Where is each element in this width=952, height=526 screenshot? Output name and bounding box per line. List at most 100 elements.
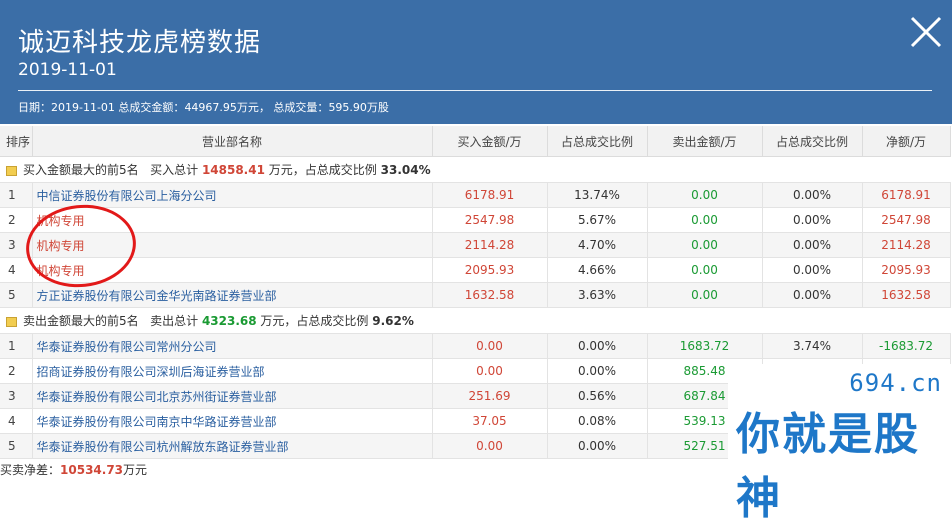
buy-pct: 0.00% — [547, 333, 648, 359]
sell-section-label: 卖出金额最大的前5名 — [23, 314, 139, 328]
buy-amount: 251.69 — [432, 383, 548, 409]
page-title: 诚迈科技龙虎榜数据 — [18, 28, 262, 58]
buy-pct: 0.08% — [547, 408, 648, 434]
branch-link[interactable]: 招商证券股份有限公司深圳后海证券营业部 — [37, 365, 265, 379]
branch-link[interactable]: 华泰证券股份有限公司北京苏州街证券营业部 — [37, 390, 277, 404]
buy-pct: 5.67% — [547, 207, 648, 233]
branch-link[interactable]: 华泰证券股份有限公司常州分公司 — [37, 340, 217, 354]
table-row[interactable]: 1 华泰证券股份有限公司常州分公司 0.00 0.00% 1683.72 3.7… — [0, 333, 951, 359]
sell-pct: 0.00% — [762, 207, 863, 233]
sell-total-label: 卖出总计 — [150, 314, 199, 328]
row-rank: 5 — [0, 433, 33, 459]
branch-link[interactable]: 中信证券股份有限公司上海分公司 — [37, 189, 217, 203]
buy-pct: 0.00% — [547, 433, 648, 459]
summary-date: 2019-11-01 — [51, 101, 115, 114]
branch-link[interactable]: 华泰证券股份有限公司南京中华路证券营业部 — [37, 415, 277, 429]
buy-amount: 0.00 — [432, 358, 548, 384]
sell-section-header: 卖出金额最大的前5名 卖出总计 4323.68 万元，占总成交比例 9.62% — [0, 307, 950, 334]
branch-link[interactable]: 方正证券股份有限公司金华光南路证券营业部 — [37, 289, 277, 303]
row-rank: 2 — [0, 358, 33, 384]
branch-link[interactable]: 华泰证券股份有限公司杭州解放东路证券营业部 — [37, 440, 289, 454]
buy-amount: 0.00 — [432, 433, 548, 459]
sell-amount: 0.00 — [647, 282, 763, 308]
table-row[interactable]: 5 方正证券股份有限公司金华光南路证券营业部 1632.58 3.63% 0.0… — [0, 282, 951, 308]
col-sell-pct: 占总成交比例 — [762, 126, 863, 157]
net-value: 10534.73 — [60, 463, 124, 477]
buy-section-header: 买入金额最大的前5名 买入总计 14858.41 万元，占总成交比例 33.04… — [0, 156, 950, 183]
net-unit: 万元 — [123, 463, 148, 477]
sell-total: 4323.68 — [201, 314, 257, 328]
buy-amount: 2114.28 — [432, 232, 548, 258]
sell-amount: 0.00 — [647, 232, 763, 258]
net-amount: 2547.98 — [862, 207, 951, 233]
buy-amount: 37.05 — [432, 408, 548, 434]
net-amount: -1683.72 — [862, 333, 951, 359]
buy-amount: 6178.91 — [432, 182, 548, 208]
branch-link[interactable]: 机构专用 — [37, 264, 85, 278]
close-icon — [910, 16, 942, 48]
header-divider — [18, 90, 932, 91]
row-rank: 3 — [0, 232, 33, 258]
buy-amount: 2095.93 — [432, 257, 548, 283]
close-button[interactable] — [908, 14, 944, 50]
net-amount: 6178.91 — [862, 182, 951, 208]
sell-amount: 0.00 — [647, 207, 763, 233]
sell-ratio: 9.62% — [372, 314, 414, 328]
branch-link[interactable]: 机构专用 — [37, 214, 85, 228]
page-date: 2019-11-01 — [18, 60, 117, 80]
folder-icon — [6, 316, 17, 327]
sell-pct: 0.00% — [762, 282, 863, 308]
table-row[interactable]: 2 机构专用 2547.98 5.67% 0.00 0.00% 2547.98 — [0, 207, 951, 233]
row-rank: 4 — [0, 257, 33, 283]
branch-link[interactable]: 机构专用 — [37, 239, 85, 253]
summary-line: 日期：2019-11-01 总成交金额：44967.95万元， 总成交量：595… — [18, 99, 389, 115]
table-row[interactable]: 4 机构专用 2095.93 4.66% 0.00 0.00% 2095.93 — [0, 257, 951, 283]
dialog-header: 诚迈科技龙虎榜数据 2019-11-01 日期：2019-11-01 总成交金额… — [0, 0, 952, 124]
sell-pct: 3.74% — [762, 333, 863, 359]
col-net: 净额/万 — [862, 126, 951, 157]
sell-pct: 0.00% — [762, 182, 863, 208]
buy-amount: 2547.98 — [432, 207, 548, 233]
row-rank: 1 — [0, 182, 33, 208]
sell-amount: 0.00 — [647, 182, 763, 208]
net-amount: 2114.28 — [862, 232, 951, 258]
watermark-domain: 694.cn — [849, 369, 942, 397]
buy-pct: 4.66% — [547, 257, 648, 283]
buy-pct: 3.63% — [547, 282, 648, 308]
buy-unit-text: 万元，占总成交比例 — [268, 163, 377, 177]
buy-ratio: 33.04% — [380, 163, 431, 177]
row-rank: 1 — [0, 333, 33, 359]
buy-pct: 13.74% — [547, 182, 648, 208]
table-header-row: 排序 营业部名称 买入金额/万 占总成交比例 卖出金额/万 占总成交比例 净额/… — [0, 126, 951, 157]
net-label: 买卖净差： — [0, 463, 61, 477]
buy-amount: 0.00 — [432, 333, 548, 359]
row-rank: 2 — [0, 207, 33, 233]
buy-total-label: 买入总计 — [150, 163, 199, 177]
col-sell: 卖出金额/万 — [647, 126, 763, 157]
summary-qty-label: ， 总成交量： — [258, 101, 329, 114]
buy-pct: 4.70% — [547, 232, 648, 258]
buy-pct: 0.00% — [547, 358, 648, 384]
col-buy: 买入金额/万 — [432, 126, 548, 157]
net-amount: 1632.58 — [862, 282, 951, 308]
summary-volume-label: 总成交金额： — [114, 101, 185, 114]
table-row[interactable]: 1 中信证券股份有限公司上海分公司 6178.91 13.74% 0.00 0.… — [0, 182, 951, 208]
row-rank: 5 — [0, 282, 33, 308]
folder-icon — [6, 165, 17, 176]
watermark: 694.cn 你就是股神 — [728, 364, 952, 524]
summary-date-label: 日期： — [18, 101, 51, 114]
col-rank: 排序 — [0, 126, 33, 157]
watermark-slogan: 你就是股神 — [736, 409, 920, 524]
net-difference: 买卖净差：10534.73万元 — [0, 461, 147, 478]
net-amount: 2095.93 — [862, 257, 951, 283]
summary-qty: 595.90万股 — [328, 101, 389, 114]
buy-section-label: 买入金额最大的前5名 — [23, 163, 139, 177]
sell-amount: 1683.72 — [647, 333, 763, 359]
summary-volume: 44967.95万元 — [184, 101, 259, 114]
sell-amount: 0.00 — [647, 257, 763, 283]
row-rank: 3 — [0, 383, 33, 409]
buy-pct: 0.56% — [547, 383, 648, 409]
table-row[interactable]: 3 机构专用 2114.28 4.70% 0.00 0.00% 2114.28 — [0, 232, 951, 258]
sell-pct: 0.00% — [762, 257, 863, 283]
col-buy-pct: 占总成交比例 — [547, 126, 648, 157]
